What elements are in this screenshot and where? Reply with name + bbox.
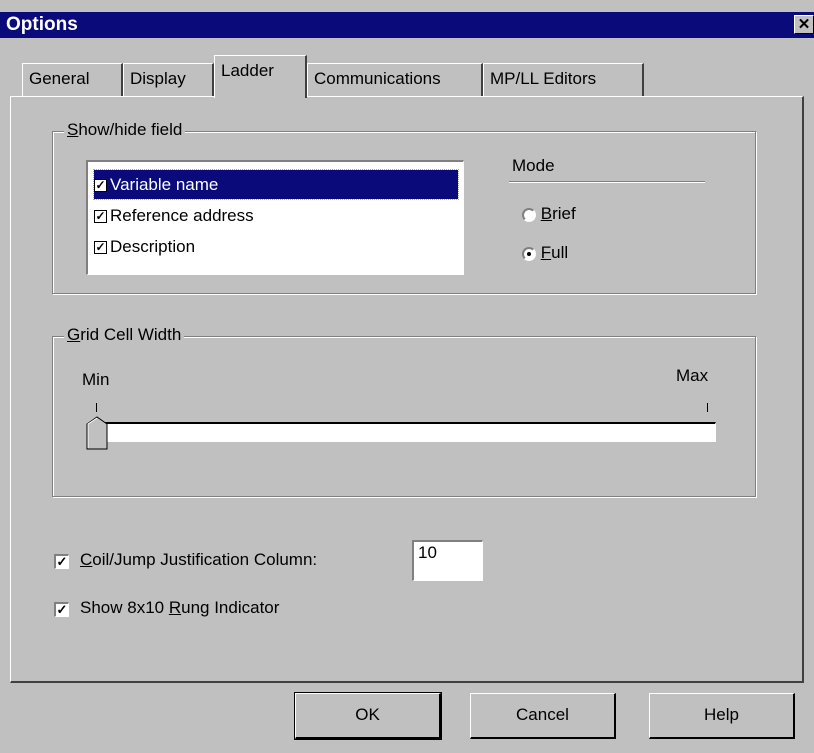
check-icon: ✓ (54, 602, 69, 617)
tab-communications[interactable]: Communications (307, 63, 483, 96)
cancel-button[interactable]: Cancel (470, 693, 616, 739)
title-bar: Options ✕ (0, 12, 814, 38)
rung-indicator-checkbox[interactable]: ✓ (54, 599, 69, 619)
show-hide-legend: Show/hide field (64, 120, 186, 140)
tab-mp-ll-editors[interactable]: MP/LL Editors (483, 63, 644, 96)
close-icon: ✕ (797, 16, 811, 33)
grid-width-slider-thumb[interactable] (86, 416, 108, 450)
list-item-description[interactable]: ✓ Description (94, 232, 458, 261)
radio-selected-icon (522, 246, 536, 261)
coil-jump-column-input[interactable]: 10 (412, 540, 483, 581)
radio-icon (522, 207, 536, 222)
window-title: Options (6, 14, 78, 35)
check-icon: ✓ (94, 209, 107, 224)
show-hide-listbox[interactable]: ✓ Variable name ✓ Reference address ✓ Descr… (86, 160, 464, 275)
grid-width-slider-track[interactable] (92, 422, 716, 442)
tab-ladder[interactable]: Ladder (214, 55, 307, 98)
grid-cell-width-group (52, 336, 756, 497)
list-item-reference-address[interactable]: ✓ Reference address (94, 201, 458, 230)
tab-display[interactable]: Display (123, 63, 214, 96)
coil-jump-label: Coil/Jump Justification Column: (80, 550, 318, 569)
coil-jump-checkbox[interactable]: ✓ (54, 551, 69, 571)
slider-min-label: Min (82, 370, 110, 389)
mode-brief-radio[interactable]: Brief (522, 204, 576, 224)
grid-cell-width-legend: Grid Cell Width (64, 325, 185, 345)
slider-min-tick (96, 403, 97, 412)
rung-indicator-label: Show 8x10 Rung Indicator (80, 598, 280, 617)
mode-label: Mode (512, 156, 555, 175)
list-item-variable-name[interactable]: ✓ Variable name (93, 169, 459, 200)
mode-divider (509, 181, 705, 182)
check-icon: ✓ (94, 240, 107, 255)
slider-max-label: Max (676, 366, 709, 385)
ok-button[interactable]: OK (294, 692, 442, 740)
help-button[interactable]: Help (649, 693, 795, 739)
tab-general[interactable]: General (22, 63, 123, 96)
check-icon: ✓ (94, 178, 107, 193)
check-icon: ✓ (54, 554, 69, 569)
close-button[interactable]: ✕ (794, 15, 814, 34)
slider-max-tick (707, 403, 708, 412)
mode-full-radio[interactable]: Full (522, 243, 568, 263)
